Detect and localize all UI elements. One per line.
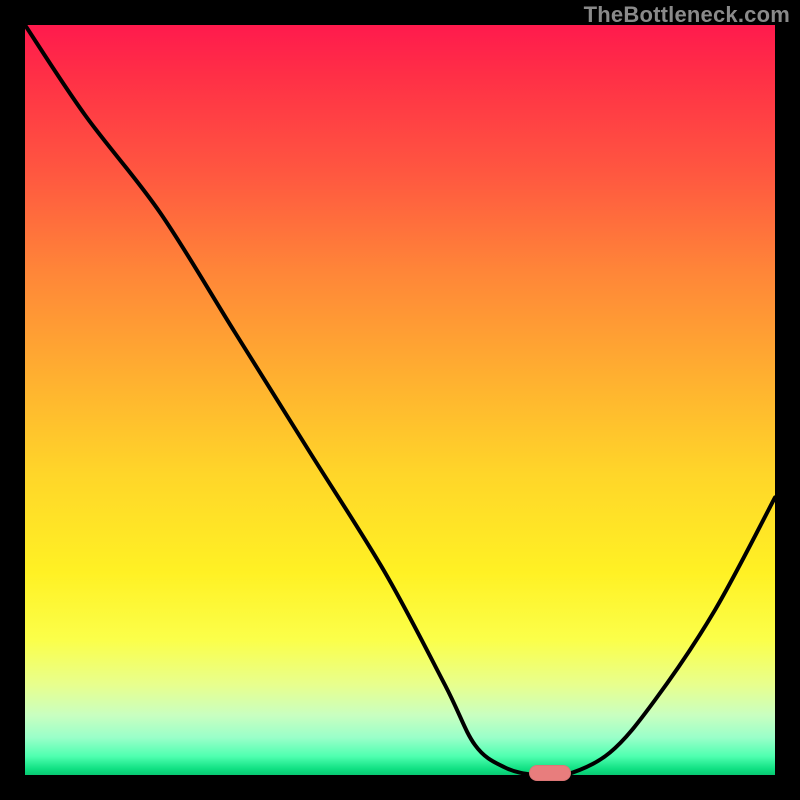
plot-area [25, 25, 775, 775]
curve-path [25, 25, 775, 775]
optimal-marker [529, 765, 571, 781]
chart-frame: TheBottleneck.com [0, 0, 800, 800]
bottleneck-curve [25, 25, 775, 775]
